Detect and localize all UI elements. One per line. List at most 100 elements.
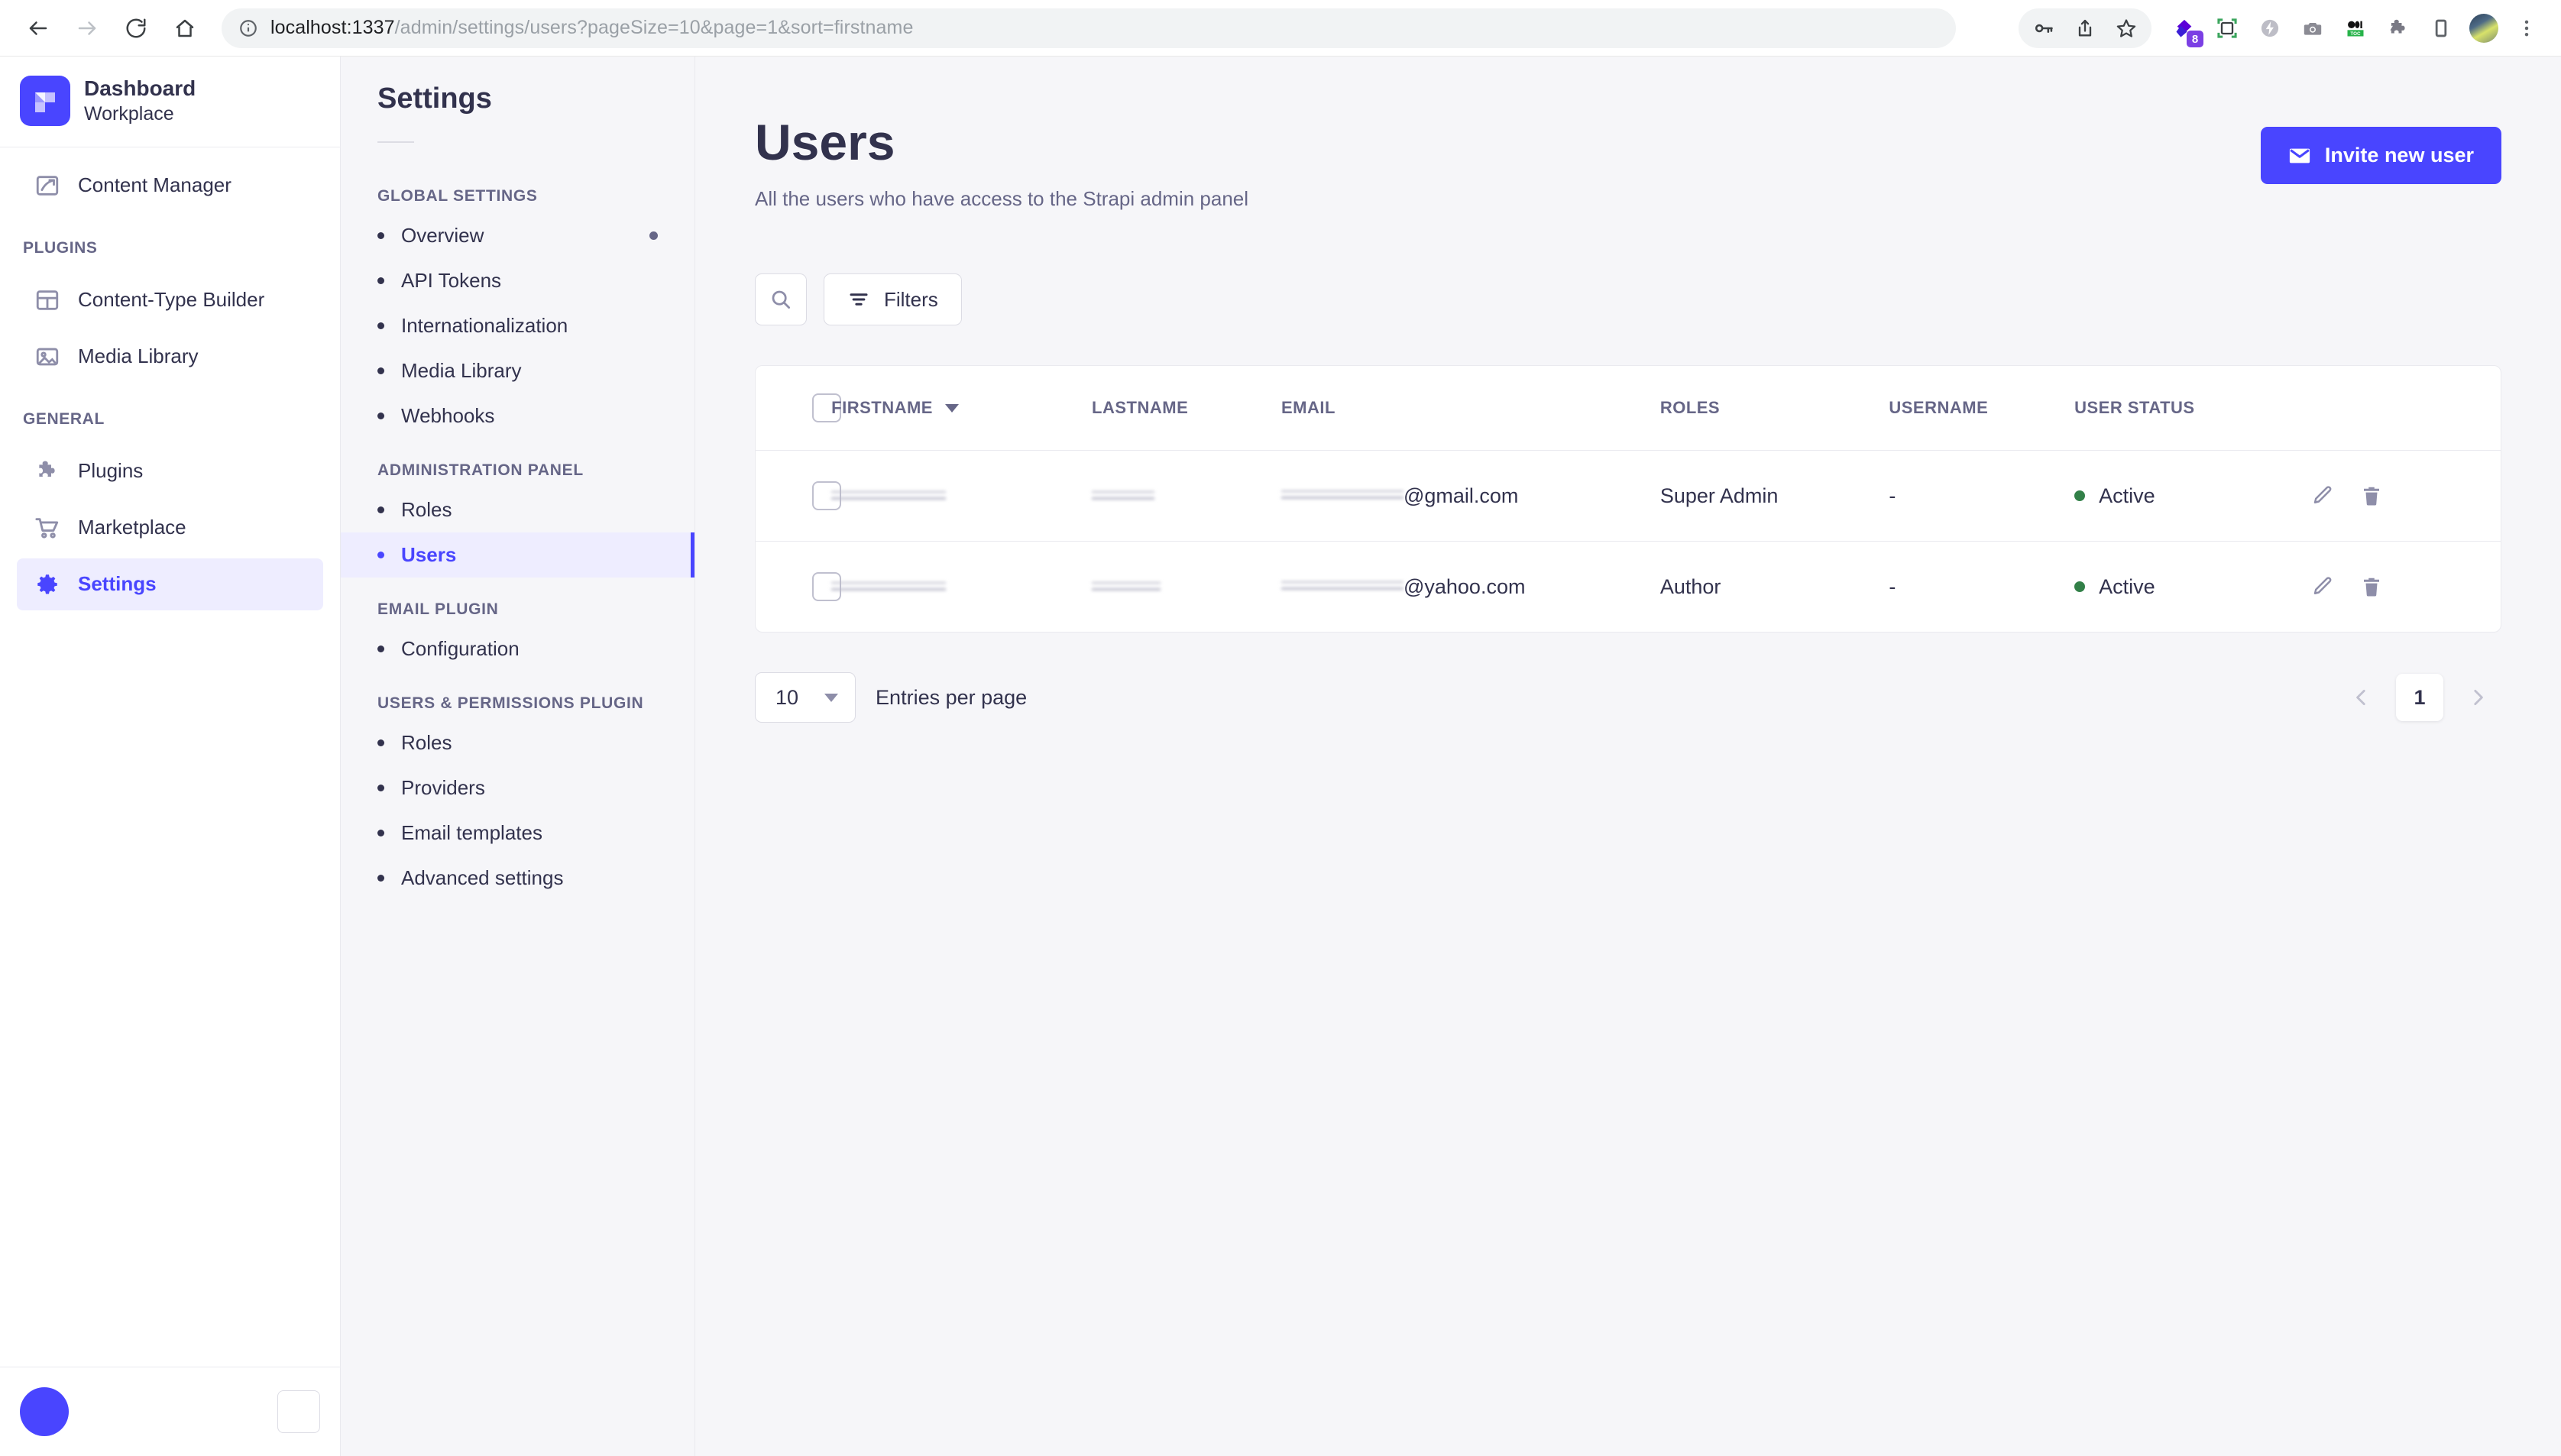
password-key-icon[interactable] bbox=[2023, 8, 2064, 49]
avatar bbox=[2469, 14, 2498, 43]
filters-button[interactable]: Filters bbox=[824, 273, 962, 326]
reload-icon[interactable] bbox=[115, 7, 157, 50]
invite-new-user-button[interactable]: Invite new user bbox=[2260, 127, 2501, 184]
subnav-item-internationalization[interactable]: Internationalization bbox=[341, 303, 694, 348]
omnibox-action-group bbox=[2019, 8, 2151, 48]
subnav-item-admin-users[interactable]: Users bbox=[341, 532, 694, 578]
subnav-item-label: Roles bbox=[401, 498, 452, 521]
bullet-icon bbox=[377, 785, 384, 791]
pagination-bar: 10 Entries per page 1 bbox=[755, 672, 2501, 723]
site-info-icon[interactable] bbox=[238, 18, 258, 38]
cell-username: - bbox=[1889, 450, 2075, 542]
subnav-item-admin-roles[interactable]: Roles bbox=[341, 487, 694, 532]
subnav-item-up-roles[interactable]: Roles bbox=[341, 720, 694, 765]
back-arrow-icon[interactable] bbox=[17, 7, 60, 50]
bullet-icon bbox=[377, 875, 384, 882]
sidebar-item-content-type-builder[interactable]: Content-Type Builder bbox=[17, 274, 323, 326]
next-page-button[interactable] bbox=[2454, 674, 2501, 721]
subnav-item-media-library[interactable]: Media Library bbox=[341, 348, 694, 393]
brand-header[interactable]: Dashboard Workplace bbox=[0, 57, 340, 147]
trash-delete-icon[interactable] bbox=[2360, 484, 2383, 507]
lightning-extension-icon[interactable] bbox=[2249, 8, 2291, 49]
th-username[interactable]: USERNAME bbox=[1889, 366, 2075, 451]
email-suffix: @gmail.com bbox=[1403, 484, 1519, 507]
screen-capture-icon[interactable] bbox=[2206, 8, 2248, 49]
shopping-cart-icon bbox=[34, 514, 61, 542]
sidebar-item-settings[interactable]: Settings bbox=[17, 558, 323, 610]
pencil-write-icon bbox=[34, 172, 61, 199]
th-user-status[interactable]: USER STATUS bbox=[2074, 366, 2312, 451]
page-number-1[interactable]: 1 bbox=[2396, 674, 2443, 722]
subnav-item-api-tokens[interactable]: API Tokens bbox=[341, 258, 694, 303]
extension-badge-count: 8 bbox=[2187, 31, 2203, 47]
page-size-group: 10 Entries per page bbox=[755, 672, 1027, 723]
trash-delete-icon[interactable] bbox=[2360, 575, 2383, 598]
subnav-item-configuration[interactable]: Configuration bbox=[341, 626, 694, 671]
table-row[interactable]: @yahoo.com Author - Active bbox=[756, 542, 2501, 633]
chrome-menu-icon[interactable] bbox=[2506, 8, 2547, 49]
subnav-item-label: Advanced settings bbox=[401, 866, 564, 889]
user-avatar[interactable] bbox=[20, 1387, 69, 1436]
table-row[interactable]: @gmail.com Super Admin - Active bbox=[756, 450, 2501, 542]
subnav-item-advanced-settings[interactable]: Advanced settings bbox=[341, 856, 694, 901]
bullet-icon bbox=[377, 413, 384, 419]
page-title: Users bbox=[755, 114, 895, 170]
page-header: Users All the users who have access to t… bbox=[755, 57, 2501, 211]
subnav-divider bbox=[377, 141, 414, 143]
subnav-item-label: Internationalization bbox=[401, 314, 568, 337]
th-lastname[interactable]: LASTNAME bbox=[1092, 366, 1281, 451]
subnav-item-label: API Tokens bbox=[401, 269, 502, 292]
subnav-item-email-templates[interactable]: Email templates bbox=[341, 811, 694, 856]
entries-per-page-label: Entries per page bbox=[876, 685, 1028, 709]
row-select-cell bbox=[756, 450, 841, 542]
extension-diamond-icon[interactable]: 8 bbox=[2164, 8, 2205, 49]
status-badge: Active bbox=[2099, 484, 2155, 507]
subnav-item-label: Providers bbox=[401, 776, 485, 799]
th-email[interactable]: EMAIL bbox=[1280, 366, 1660, 451]
subnav-item-label: Users bbox=[401, 543, 457, 566]
email-suffix: @yahoo.com bbox=[1403, 574, 1526, 598]
th-roles[interactable]: ROLES bbox=[1659, 366, 1889, 451]
status-badge: Active bbox=[2099, 574, 2155, 598]
table-header-row: FIRSTNAME LASTNAME EMAIL ROLES USERNAME … bbox=[756, 366, 2501, 451]
sidebar-toggle-icon[interactable] bbox=[2420, 8, 2462, 49]
subnav-item-label: Email templates bbox=[401, 821, 542, 844]
sidebar-item-content-manager[interactable]: Content Manager bbox=[17, 160, 323, 212]
subnav-item-webhooks[interactable]: Webhooks bbox=[341, 393, 694, 438]
pencil-edit-icon[interactable] bbox=[2311, 484, 2334, 507]
th-firstname-label: FIRSTNAME bbox=[831, 398, 933, 418]
redacted-firstname bbox=[831, 485, 947, 509]
sidebar-item-media-library[interactable]: Media Library bbox=[17, 331, 323, 383]
forward-arrow-icon[interactable] bbox=[66, 7, 108, 50]
search-button[interactable] bbox=[755, 273, 807, 326]
toc-extension-icon[interactable]: TOC bbox=[2335, 8, 2376, 49]
bullet-icon bbox=[377, 645, 384, 652]
sort-descending-caret-icon[interactable] bbox=[944, 403, 959, 413]
puzzle-extensions-icon[interactable] bbox=[2378, 8, 2419, 49]
browser-action-icons: 8 TOC bbox=[2019, 0, 2547, 57]
camera-extension-icon[interactable] bbox=[2292, 8, 2333, 49]
sidebar-item-plugins[interactable]: Plugins bbox=[17, 445, 323, 497]
share-icon[interactable] bbox=[2064, 8, 2106, 49]
row-select-cell bbox=[756, 542, 841, 633]
previous-page-button[interactable] bbox=[2338, 674, 2385, 721]
th-firstname[interactable]: FIRSTNAME bbox=[831, 366, 1093, 451]
profile-avatar[interactable] bbox=[2463, 8, 2504, 49]
cell-lastname bbox=[1092, 542, 1281, 633]
sidebar-item-label: Content Manager bbox=[78, 173, 231, 196]
address-bar[interactable]: localhost:1337/admin/settings/users?page… bbox=[222, 8, 1956, 48]
table-body: @gmail.com Super Admin - Active @yahoo.c… bbox=[756, 450, 2501, 633]
subnav-item-overview[interactable]: Overview bbox=[341, 213, 694, 258]
bookmark-star-icon[interactable] bbox=[2106, 8, 2147, 49]
sidebar-footer-button[interactable] bbox=[277, 1390, 320, 1433]
status-dot-icon bbox=[2074, 490, 2086, 502]
sidebar-item-marketplace[interactable]: Marketplace bbox=[17, 502, 323, 554]
home-icon[interactable] bbox=[164, 7, 206, 50]
sidebar-nav: Content Manager PLUGINS Content-Type Bui… bbox=[0, 147, 340, 1367]
table-toolbar: Filters bbox=[755, 273, 2501, 326]
chevron-down-icon bbox=[824, 693, 839, 702]
pencil-edit-icon[interactable] bbox=[2311, 575, 2334, 598]
page-size-select[interactable]: 10 bbox=[755, 672, 856, 723]
subnav-item-providers[interactable]: Providers bbox=[341, 765, 694, 811]
bullet-icon bbox=[377, 506, 384, 513]
